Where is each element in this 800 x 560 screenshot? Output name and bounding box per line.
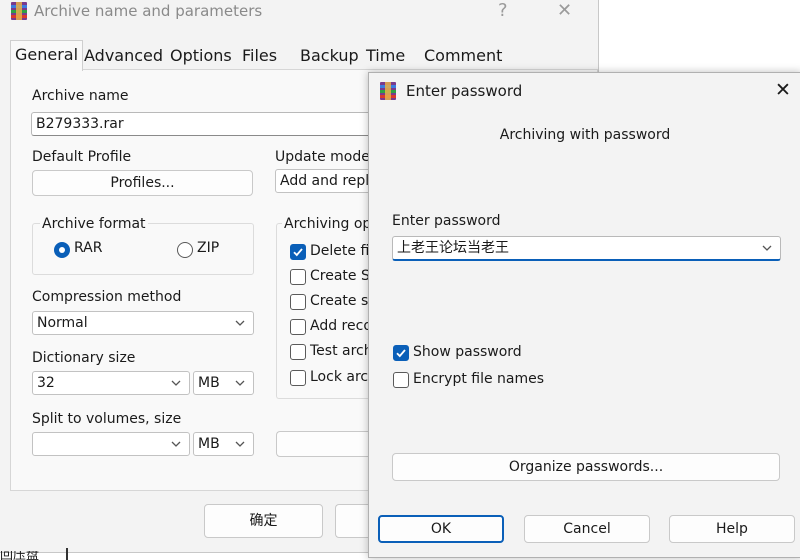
chevron-down-icon: [235, 380, 245, 386]
compression-method-select[interactable]: Normal: [32, 311, 254, 335]
enter-password-dialog: Enter password ✕ Archiving with password…: [368, 72, 800, 558]
checkmark-icon: [396, 349, 406, 358]
close-icon[interactable]: ✕: [557, 0, 572, 21]
chevron-down-icon: [235, 320, 245, 326]
dialog-ok-button[interactable]: OK: [378, 515, 504, 543]
encrypt-file-names-label: Encrypt file names: [413, 371, 545, 387]
ok-button[interactable]: 确定: [204, 504, 323, 538]
dictionary-size-label: Dictionary size: [32, 350, 136, 366]
show-password-label: Show password: [413, 344, 522, 360]
set-password-button[interactable]: [276, 431, 376, 457]
split-volumes-label: Split to volumes, size: [32, 411, 182, 427]
compression-method-label: Compression method: [32, 289, 182, 305]
compression-method-value: Normal: [37, 315, 88, 331]
chevron-down-icon: [171, 380, 181, 386]
default-profile-label: Default Profile: [32, 149, 132, 165]
update-mode-label: Update mode: [275, 149, 370, 165]
dictionary-size-value: 32: [37, 375, 55, 391]
background-divider: [66, 548, 68, 560]
update-mode-select[interactable]: Add and repla: [275, 169, 375, 193]
archive-name-label: Archive name: [32, 88, 129, 104]
tab-options[interactable]: Options: [167, 44, 235, 68]
test-archive-checkbox[interactable]: [290, 344, 306, 360]
dictionary-unit-select[interactable]: MB: [193, 371, 254, 395]
test-archive-label: Test arch: [310, 343, 373, 359]
winrar-icon: [380, 82, 396, 100]
create-solid-checkbox[interactable]: [290, 294, 306, 310]
tab-backup[interactable]: Backup: [297, 44, 362, 68]
tab-time[interactable]: Time: [363, 44, 408, 68]
chevron-down-icon: [235, 441, 245, 447]
delete-files-label: Delete fil: [310, 243, 374, 259]
background-app-text: 回压盘: [0, 551, 40, 560]
show-password-checkbox[interactable]: [393, 345, 409, 361]
lock-archive-checkbox[interactable]: [290, 370, 306, 386]
help-icon[interactable]: ?: [498, 0, 508, 21]
archiving-options-label: Archiving opt: [282, 216, 379, 232]
archive-name-input[interactable]: B279333.rar: [31, 112, 376, 136]
create-sfx-checkbox[interactable]: [290, 269, 306, 285]
password-value: 上老王论坛当老王: [397, 240, 509, 256]
delete-files-checkbox[interactable]: [290, 244, 306, 260]
zip-label: ZIP: [197, 240, 220, 256]
window-title: Archive name and parameters: [34, 2, 263, 20]
profiles-button[interactable]: Profiles...: [32, 170, 253, 196]
encrypt-file-names-checkbox[interactable]: [393, 372, 409, 388]
add-recovery-label: Add reco: [310, 318, 372, 334]
dictionary-unit-value: MB: [198, 375, 220, 391]
dialog-heading: Archiving with password: [499, 127, 671, 143]
dialog-title: Enter password: [406, 82, 523, 100]
chevron-down-icon: [171, 441, 181, 447]
dialog-help-button[interactable]: Help: [669, 515, 795, 543]
chevron-down-icon[interactable]: [760, 241, 774, 255]
winrar-icon: [11, 2, 27, 20]
create-solid-label: Create so: [310, 293, 377, 309]
split-unit-select[interactable]: MB: [193, 432, 254, 456]
rar-radio[interactable]: [54, 242, 70, 258]
tab-advanced[interactable]: Advanced: [81, 44, 166, 68]
tab-comment[interactable]: Comment: [421, 44, 505, 68]
rar-label: RAR: [74, 240, 103, 256]
split-volumes-select[interactable]: [32, 432, 190, 456]
tab-general[interactable]: General: [10, 40, 84, 71]
close-icon[interactable]: ✕: [775, 79, 791, 101]
tab-files[interactable]: Files: [239, 44, 280, 68]
archive-format-label: Archive format: [40, 216, 148, 232]
checkmark-icon: [293, 248, 303, 257]
lock-archive-label: Lock arch: [310, 369, 377, 385]
zip-radio[interactable]: [177, 242, 193, 258]
organize-passwords-button[interactable]: Organize passwords...: [392, 453, 780, 481]
password-input[interactable]: 上老王论坛当老王: [392, 236, 781, 261]
password-label: Enter password: [392, 213, 501, 229]
add-recovery-checkbox[interactable]: [290, 319, 306, 335]
dictionary-size-select[interactable]: 32: [32, 371, 190, 395]
split-unit-value: MB: [198, 436, 220, 452]
dialog-cancel-button[interactable]: Cancel: [524, 515, 650, 543]
